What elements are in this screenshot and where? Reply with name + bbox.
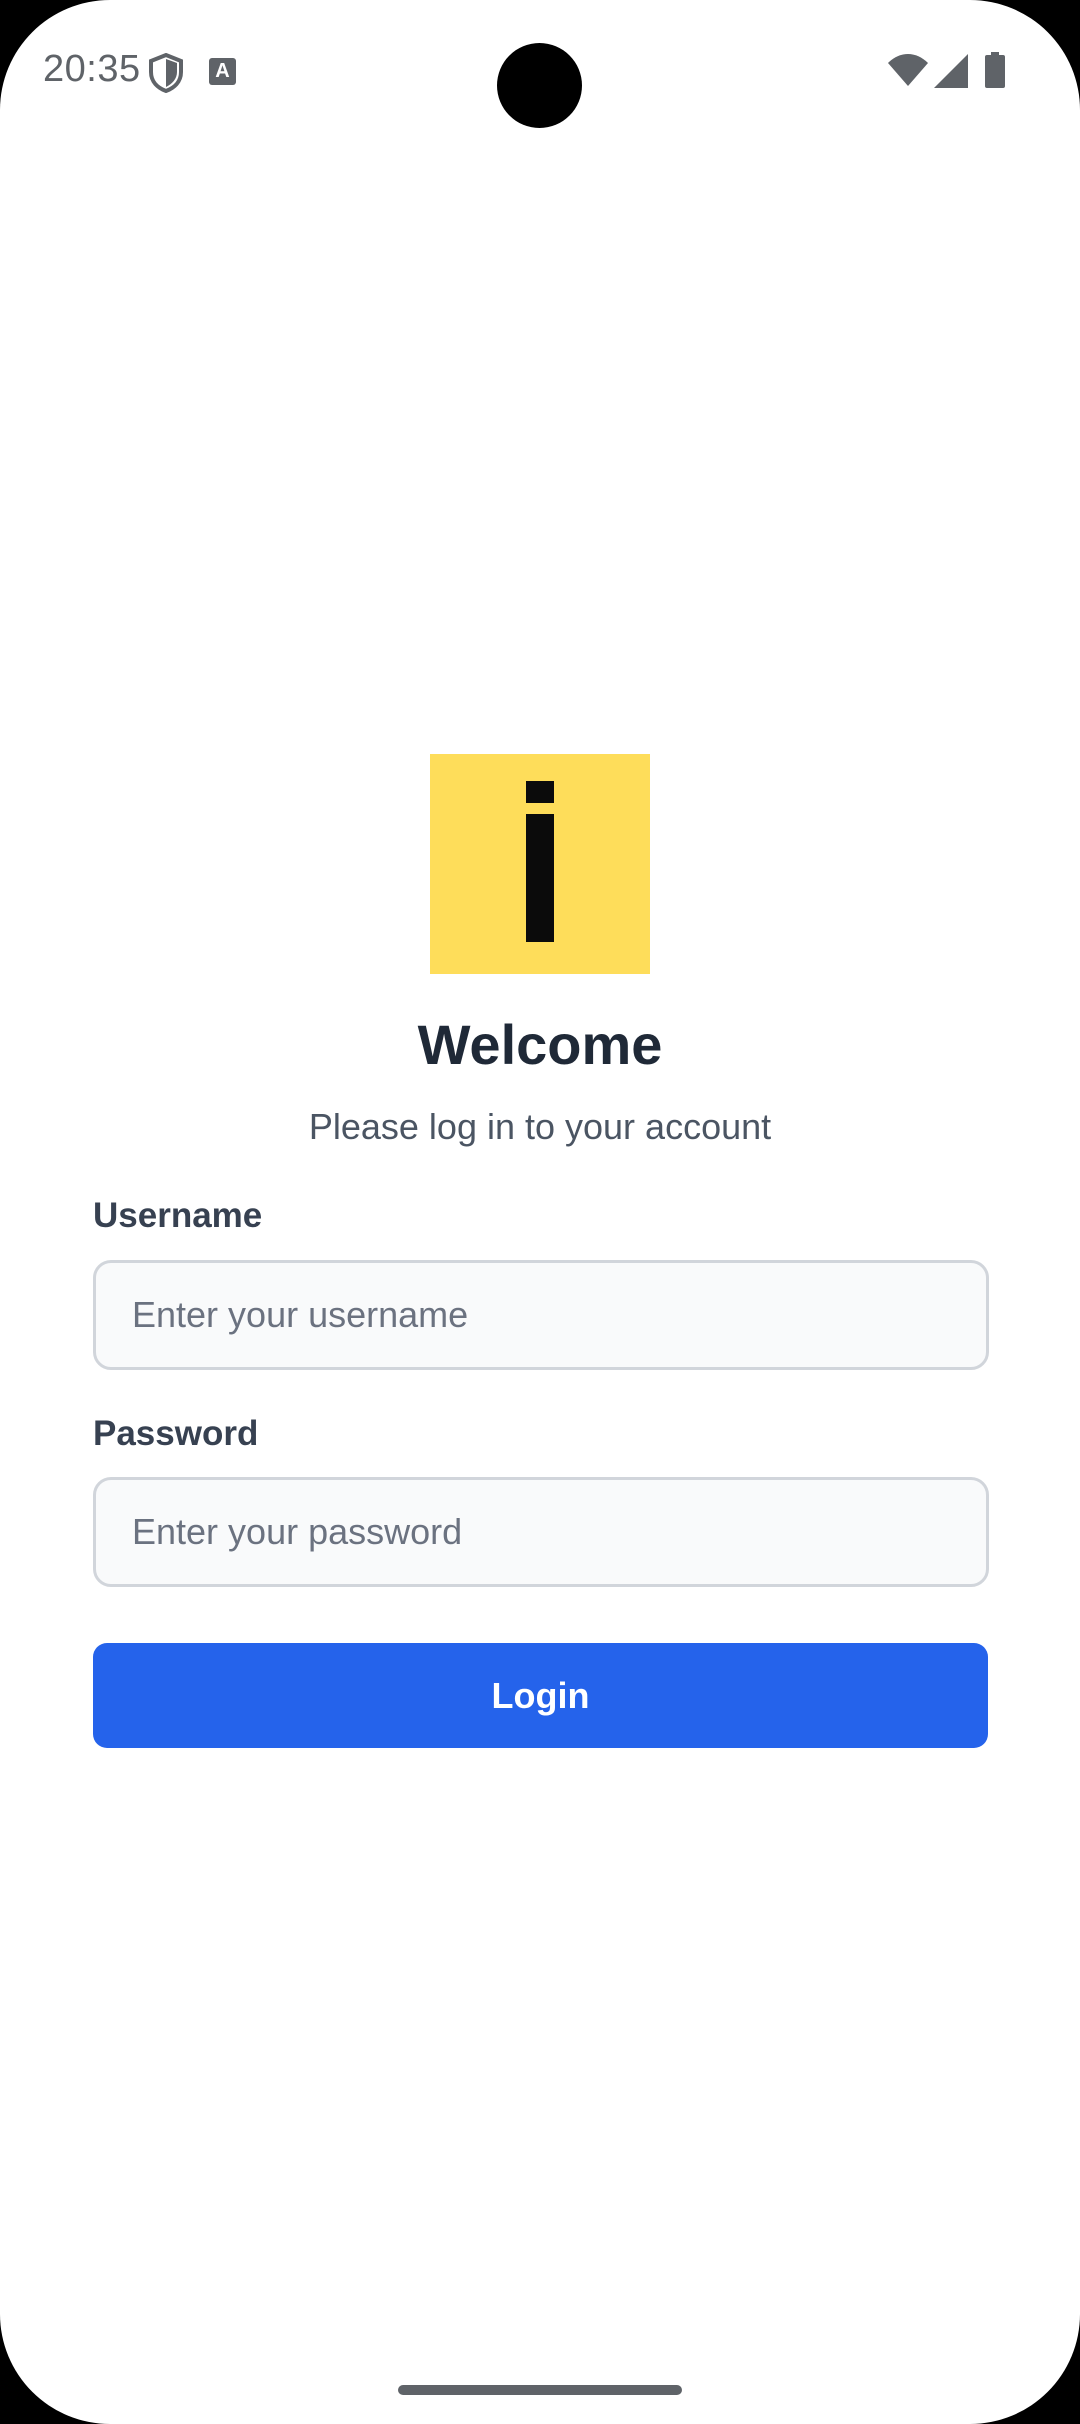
home-indicator[interactable] [398, 2385, 682, 2395]
logo-letter-i-stem [526, 814, 554, 942]
password-input[interactable] [93, 1477, 989, 1587]
login-button[interactable]: Login [93, 1643, 988, 1748]
camera-cutout [497, 43, 582, 128]
wifi-icon [888, 54, 928, 86]
shield-icon [149, 53, 183, 93]
welcome-title: Welcome [417, 1013, 663, 1076]
keyboard-a-icon: A [209, 58, 236, 85]
status-bar: 20:35 A [0, 0, 1080, 140]
battery-icon [985, 52, 1005, 88]
username-input[interactable] [93, 1260, 989, 1370]
logo-letter-i-dot [526, 781, 554, 803]
username-label: Username [93, 1196, 263, 1235]
app-logo [430, 754, 650, 974]
status-time: 20:35 [43, 48, 141, 90]
password-label: Password [93, 1414, 259, 1453]
login-screen: 20:35 A Welcome Please log in to your ac… [0, 0, 1080, 2424]
cellular-signal-icon [934, 54, 968, 88]
login-subtitle: Please log in to your account [308, 1106, 772, 1147]
